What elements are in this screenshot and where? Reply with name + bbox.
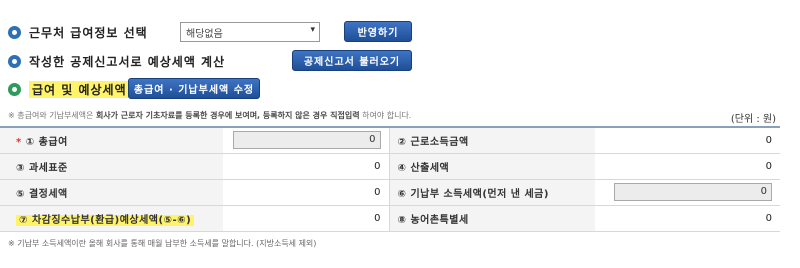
notice-suffix: 하여야 합니다. — [359, 111, 412, 120]
calculated-tax-value: 0 — [595, 153, 780, 180]
load-deduction-button[interactable]: 공제신고서 불러오기 — [292, 50, 412, 71]
table-row: ⑤ 결정세액 0 ⑥ 기납부 소득세액(먼저 낸 세금) 0 — [0, 179, 780, 206]
determined-tax-label: ⑤ 결정세액 — [0, 179, 223, 206]
prepaid-tax-label: ⑥ 기납부 소득세액(먼저 낸 세금) — [388, 179, 595, 206]
total-salary-cell: 0 — [223, 127, 389, 154]
notice-prefix: ※ 총급여와 기납부세액은 — [8, 111, 96, 120]
tax-base-label: ③ 과세표준 — [0, 153, 223, 180]
apply-button[interactable]: 반영하기 — [344, 21, 412, 42]
bullet-icon — [8, 26, 21, 39]
section-salary-tax: 급여 및 예상세액 — [8, 81, 130, 98]
salary-tax-table: * ① 총급여 0 ② 근로소득금액 0 ③ 과세표준 0 ④ 산출세액 0 ⑤ … — [0, 126, 780, 232]
edit-salary-button[interactable]: 총급여 · 기납부세액 수정 — [128, 78, 260, 99]
bullet-icon — [8, 83, 21, 96]
calculated-tax-label: ④ 산출세액 — [388, 153, 595, 180]
total-salary-input[interactable]: 0 — [232, 131, 381, 150]
total-salary-label: * ① 총급여 — [0, 127, 223, 154]
total-salary-label-text: ① 총급여 — [25, 136, 68, 148]
bullet-icon — [8, 55, 21, 68]
expected-refund-label-text: ⑦ 차감징수납부(환급)예상세액(⑤-⑥) — [16, 214, 195, 226]
chevron-down-icon: ▾ — [310, 25, 315, 35]
table-row: * ① 총급여 0 ② 근로소득금액 0 — [0, 127, 780, 154]
prepaid-tax-cell: 0 — [595, 179, 780, 206]
earned-income-value: 0 — [595, 127, 780, 154]
section-title-workplace: 근무처 급여정보 선택 — [29, 26, 148, 40]
unit-label: (단위 : 원) — [730, 114, 776, 125]
section-title-deduction: 작성한 공제신고서로 예상세액 계산 — [29, 55, 226, 69]
section-deduction-calc: 작성한 공제신고서로 예상세액 계산 — [8, 53, 225, 70]
expected-refund-value: 0 — [223, 205, 389, 232]
workplace-select-value: 해당없음 — [186, 29, 223, 40]
workplace-select[interactable]: 해당없음 ▾ — [180, 22, 320, 42]
expected-refund-label: ⑦ 차감징수납부(환급)예상세액(⑤-⑥) — [0, 205, 223, 232]
tax-base-value: 0 — [223, 153, 389, 180]
notice-emphasis: 회사가 근로자 기초자료를 등록한 경우에 보여며, 등록하지 않은 경우 직접… — [95, 111, 360, 120]
rural-special-tax-label: ⑧ 농어촌특별세 — [388, 205, 595, 232]
section-workplace-select: 근무처 급여정보 선택 — [8, 24, 148, 41]
prepaid-tax-input[interactable]: 0 — [614, 183, 772, 201]
required-mark: * — [16, 136, 22, 148]
notice-text: ※ 총급여와 기납부세액은 회사가 근로자 기초자료를 등록한 경우에 보여며,… — [8, 110, 411, 121]
determined-tax-value: 0 — [223, 179, 389, 206]
table-row: ⑦ 차감징수납부(환급)예상세액(⑤-⑥) 0 ⑧ 농어촌특별세 0 — [0, 205, 780, 232]
table-row: ③ 과세표준 0 ④ 산출세액 0 — [0, 153, 780, 180]
section-title-salary: 급여 및 예상세액 — [29, 81, 130, 98]
rural-special-tax-value: 0 — [595, 205, 780, 232]
footer-note: ※ 기납부 소득세액이란 올해 회사를 통해 매월 납부한 소득세를 말합니다.… — [8, 239, 317, 248]
earned-income-label: ② 근로소득금액 — [388, 127, 595, 154]
